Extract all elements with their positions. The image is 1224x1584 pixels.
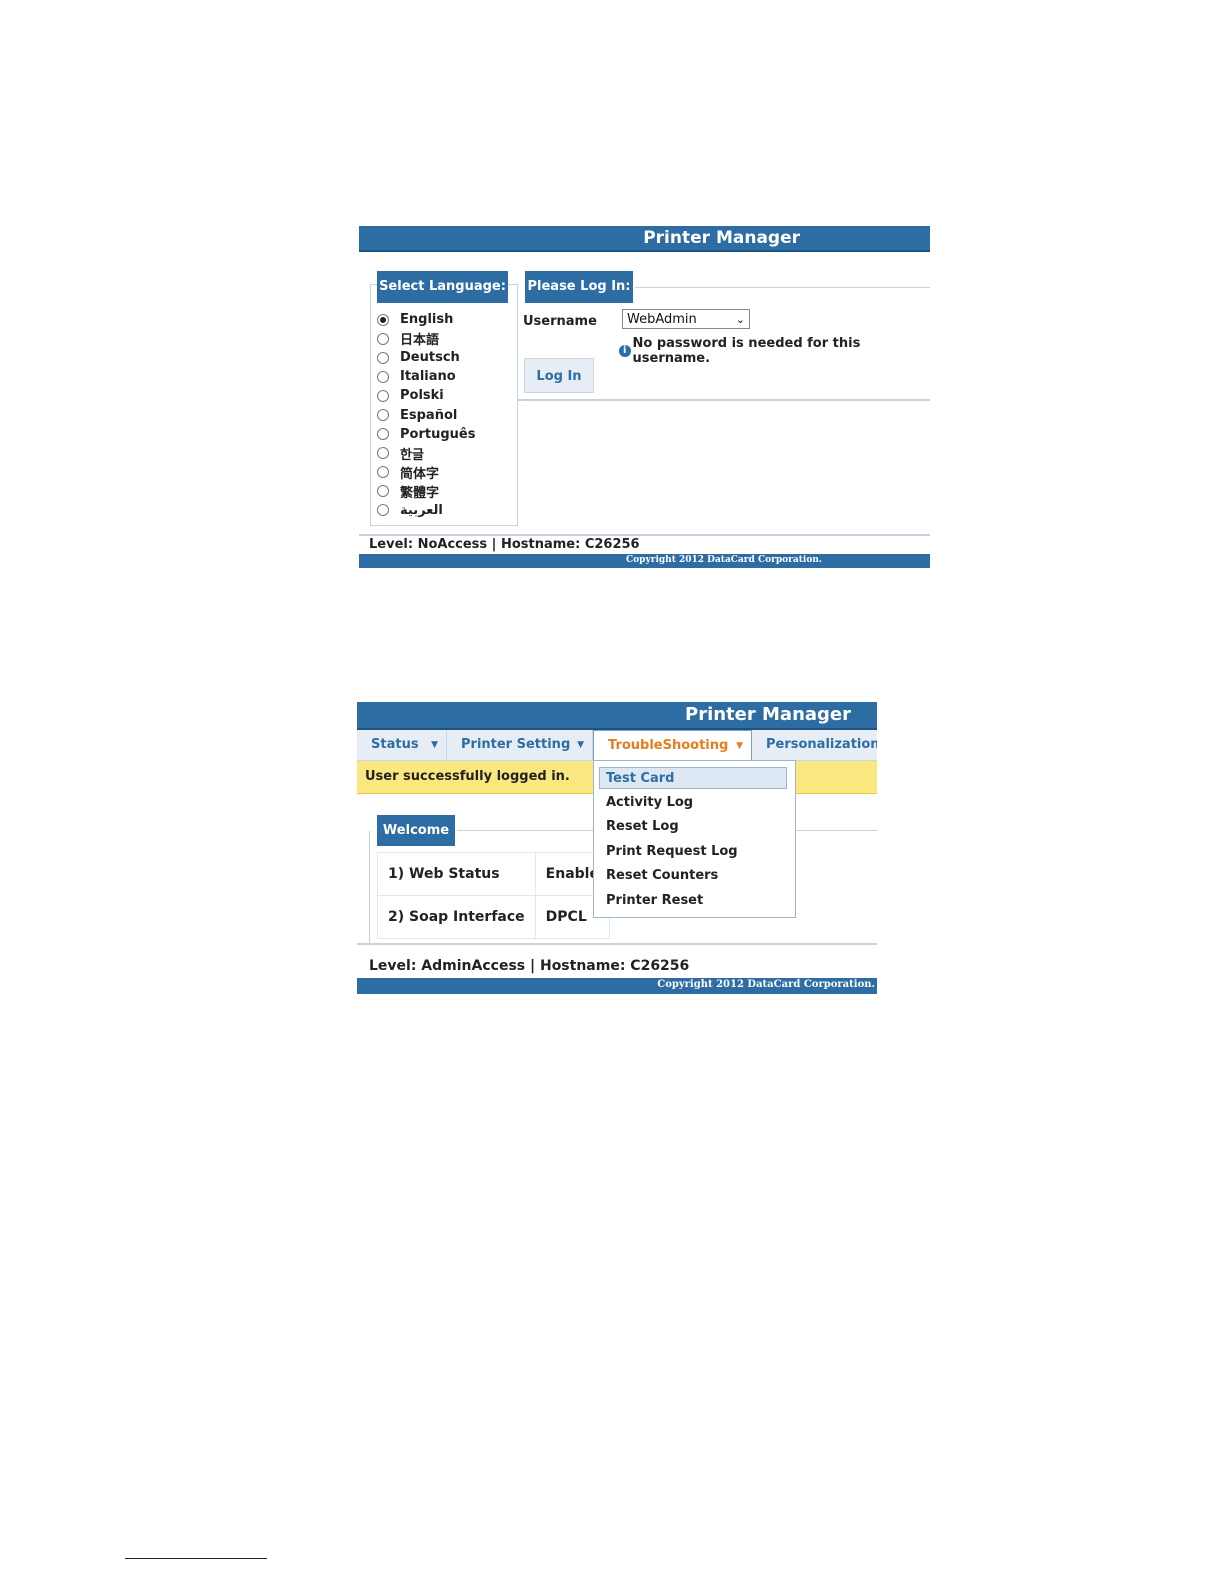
copyright: Copyright 2012 DataCard Corporation. [626, 555, 822, 565]
language-option-simplified-chinese[interactable]: 简体字 [377, 463, 475, 482]
content-bottom-border [357, 943, 877, 945]
login-panel-bottom-border [517, 399, 930, 401]
language-option-german[interactable]: Deutsch [377, 348, 475, 367]
table-row: 2) Soap Interface DPCL [377, 895, 611, 939]
app-title: Printer Manager [685, 704, 851, 725]
radio-icon[interactable] [377, 313, 389, 326]
username-select[interactable]: WebAdmin ⌄ [622, 309, 750, 329]
row-key: 1) Web Status [377, 852, 536, 896]
info-icon: i [619, 345, 631, 357]
nav-bar: Status ▼ Printer Setting ▼ TroubleShooting… [357, 730, 877, 761]
language-option-traditional-chinese[interactable]: 繁體字 [377, 482, 475, 501]
username-label: Username [523, 314, 597, 329]
app-title: Printer Manager [643, 228, 800, 248]
nav-printer-setting[interactable]: Printer Setting ▼ [447, 730, 593, 760]
copyright: Copyright 2012 DataCard Corporation. [657, 979, 875, 990]
caret-down-icon: ▼ [577, 740, 584, 750]
login-panel-border [517, 284, 518, 400]
caret-down-icon: ▼ [736, 741, 743, 751]
menu-item-reset-log[interactable]: Reset Log [602, 816, 679, 838]
footer-bar: Copyright 2012 DataCard Corporation. [359, 554, 930, 568]
radio-icon[interactable] [377, 447, 389, 460]
radio-icon[interactable] [377, 332, 389, 345]
language-option-korean[interactable]: 한글 [377, 444, 475, 463]
radio-icon[interactable] [377, 504, 389, 517]
status-table: 1) Web Status Enabled 2) Soap Interface … [377, 852, 611, 939]
login-panel-top-border [635, 287, 930, 288]
menu-item-print-request-log[interactable]: Print Request Log [602, 841, 738, 863]
nav-status[interactable]: Status ▼ [357, 730, 447, 760]
language-option-spanish[interactable]: Español [377, 405, 475, 424]
nav-personalization[interactable]: Personalization [752, 730, 877, 760]
language-option-arabic[interactable]: العربية [377, 501, 475, 520]
login-screenshot: Printer Manager Select Language: English… [359, 226, 930, 570]
table-row: 1) Web Status Enabled [377, 852, 611, 896]
footer-bar: Copyright 2012 DataCard Corporation. [357, 978, 877, 994]
login-header: Please Log In: [525, 271, 633, 303]
language-option-japanese[interactable]: 日本語 [377, 329, 475, 348]
radio-icon[interactable] [377, 485, 389, 498]
row-key: 2) Soap Interface [377, 895, 536, 939]
menu-item-activity-log[interactable]: Activity Log [602, 792, 693, 814]
radio-icon[interactable] [377, 428, 389, 441]
radio-icon[interactable] [377, 351, 389, 364]
nav-troubleshooting[interactable]: TroubleShooting ▼ [593, 730, 752, 761]
language-option-italian[interactable]: Italiano [377, 367, 475, 386]
language-option-portuguese[interactable]: Português [377, 425, 475, 444]
status-text: Level: NoAccess | Hostname: C26256 [369, 537, 640, 552]
radio-icon[interactable] [377, 389, 389, 402]
menu-item-test-card[interactable]: Test Card [599, 767, 787, 789]
menu-item-printer-reset[interactable]: Printer Reset [602, 890, 703, 912]
admin-screenshot: Printer Manager Status ▼ Printer Setting ▼… [357, 702, 877, 994]
title-bar: Printer Manager [357, 702, 877, 730]
radio-icon[interactable] [377, 409, 389, 422]
log-in-button[interactable]: Log In [524, 358, 594, 393]
caret-down-icon: ▼ [431, 740, 438, 750]
language-option-english[interactable]: English [377, 310, 475, 329]
language-header: Select Language: [377, 271, 508, 303]
radio-icon[interactable] [377, 370, 389, 383]
language-list: English 日本語 Deutsch Italiano Polski Espa… [377, 310, 475, 520]
radio-icon[interactable] [377, 466, 389, 479]
chevron-down-icon: ⌄ [735, 313, 745, 326]
footnote-rule [125, 1558, 267, 1559]
troubleshooting-menu: Test Card Activity Log Reset Log Print R… [593, 760, 796, 918]
password-info: i No password is needed for this usernam… [619, 336, 930, 366]
status-divider [359, 534, 930, 536]
language-option-polish[interactable]: Polski [377, 386, 475, 405]
title-bar: Printer Manager [359, 226, 930, 252]
status-text: Level: AdminAccess | Hostname: C26256 [369, 958, 690, 974]
menu-item-reset-counters[interactable]: Reset Counters [602, 865, 718, 887]
welcome-header: Welcome [377, 815, 455, 846]
